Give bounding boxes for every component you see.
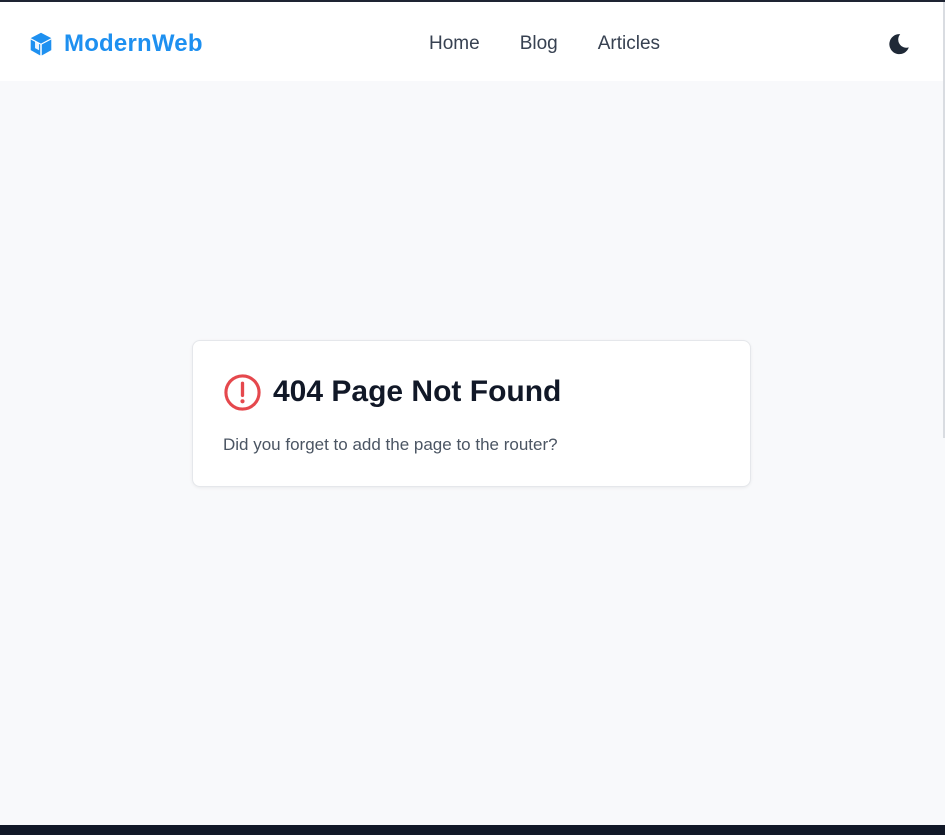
brand-link[interactable]: ModernWeb: [28, 28, 203, 60]
navbar: ModernWeb Home Blog Articles: [0, 2, 945, 81]
theme-toggle-button[interactable]: [884, 29, 914, 59]
moon-icon: [889, 34, 909, 55]
nav-link-home[interactable]: Home: [429, 31, 480, 57]
nav-link-blog[interactable]: Blog: [520, 31, 558, 57]
error-card-header: 404 Page Not Found: [223, 372, 561, 412]
error-message: Did you forget to add the page to the ro…: [223, 435, 558, 454]
error-card: 404 Page Not Found Did you forget to add…: [192, 340, 751, 487]
nav-link-articles[interactable]: Articles: [598, 31, 660, 57]
bottom-bar: [0, 825, 945, 835]
main-nav: Home Blog Articles: [429, 31, 660, 57]
cube-icon: [30, 32, 52, 56]
error-title: 404 Page Not Found: [273, 375, 562, 408]
brand-name: ModernWeb: [64, 30, 203, 57]
exclamation-circle-icon: [224, 373, 261, 411]
